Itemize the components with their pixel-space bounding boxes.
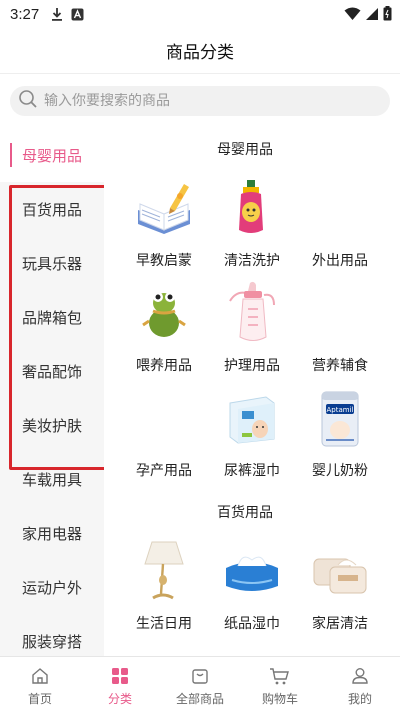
user-icon bbox=[349, 665, 371, 687]
category-item-label: 家居清洁 bbox=[312, 616, 368, 632]
category-item-tissues[interactable]: 纸品湿巾 bbox=[208, 535, 296, 640]
home-icon bbox=[29, 665, 51, 687]
sidebar-item-outdoor[interactable]: 运动户外 bbox=[0, 560, 104, 614]
download-icon bbox=[51, 7, 63, 21]
section-title: 母婴用品 bbox=[217, 142, 273, 158]
category-item-care[interactable]: 护理用品 bbox=[208, 277, 296, 382]
baby-bottle-icon bbox=[220, 281, 284, 345]
category-item-label: 外出用品 bbox=[312, 253, 368, 269]
sidebar-item-general-goods[interactable]: 百货用品 bbox=[0, 182, 104, 236]
sidebar-item-label: 百货用品 bbox=[22, 200, 83, 219]
sidebar-item-toys[interactable]: 玩具乐器 bbox=[0, 236, 104, 290]
sidebar-item-clothing[interactable]: 服装穿搭 bbox=[0, 614, 104, 656]
category-item-early-education[interactable]: 早教启蒙 bbox=[120, 172, 208, 277]
category-item-label: 尿裤湿巾 bbox=[224, 463, 280, 479]
tab-cart[interactable]: 购物车 bbox=[240, 657, 320, 711]
sidebar-item-label: 奢品配饰 bbox=[22, 362, 83, 381]
diaper-pack-icon bbox=[220, 386, 284, 450]
category-item-diapers[interactable]: 尿裤湿巾 bbox=[208, 382, 296, 487]
category-grid: 生活日用 纸品湿巾 家居清洁 bbox=[104, 535, 400, 640]
sidebar-item-car[interactable]: 车载用具 bbox=[0, 452, 104, 506]
tab-label: 我的 bbox=[347, 692, 372, 706]
category-item-cleaning[interactable]: 清洁洗护 bbox=[208, 172, 296, 277]
signal-icon bbox=[365, 7, 379, 25]
battery-icon bbox=[383, 6, 392, 25]
wifi-icon bbox=[344, 7, 361, 25]
category-item-label: 孕产用品 bbox=[136, 463, 192, 479]
category-item-outing[interactable]: 外出用品 bbox=[296, 172, 384, 277]
sidebar-item-label: 品牌箱包 bbox=[22, 308, 83, 327]
notification-a-icon bbox=[71, 8, 84, 21]
category-item-label: 清洁洗护 bbox=[224, 253, 280, 269]
milk-powder-icon: Aptamil bbox=[308, 386, 372, 450]
category-item-daily-use[interactable]: 生活日用 bbox=[120, 535, 208, 640]
cart-icon bbox=[269, 665, 291, 687]
tab-category[interactable]: 分类 bbox=[80, 657, 160, 711]
tab-label: 购物车 bbox=[261, 692, 298, 706]
sidebar-item-appliances[interactable]: 家用电器 bbox=[0, 506, 104, 560]
sidebar-item-label: 家用电器 bbox=[22, 524, 83, 543]
sidebar-item-label: 服装穿搭 bbox=[22, 632, 83, 651]
category-content: 母婴用品 早教启蒙 清洁洗护 外出用品 喂养用品 护理用品 营养辅食 孕产用品 … bbox=[104, 128, 400, 656]
sidebar-item-label: 车载用具 bbox=[22, 470, 83, 489]
search-bar[interactable] bbox=[10, 86, 390, 116]
category-item-maternity[interactable]: 孕产用品 bbox=[120, 382, 208, 487]
sidebar-item-label: 美妆护肤 bbox=[22, 416, 83, 435]
tab-home[interactable]: 首页 bbox=[0, 657, 80, 711]
status-indicators bbox=[344, 6, 392, 25]
sidebar-item-label: 母婴用品 bbox=[22, 146, 83, 165]
category-item-home-cleaning[interactable]: 家居清洁 bbox=[296, 535, 384, 640]
category-item-formula[interactable]: Aptamil 婴儿奶粉 bbox=[296, 382, 384, 487]
wipes-icon bbox=[308, 539, 372, 603]
sidebar-item-maternity[interactable]: 母婴用品 bbox=[0, 128, 104, 182]
sidebar-item-label: 玩具乐器 bbox=[22, 254, 83, 273]
search-input[interactable] bbox=[44, 93, 364, 109]
book-icon bbox=[132, 176, 196, 240]
bag-icon bbox=[189, 665, 211, 687]
search-icon bbox=[18, 89, 38, 113]
category-sidebar: 母婴用品 百货用品 玩具乐器 品牌箱包 奢品配饰 美妆护肤 车载用具 家用电器 … bbox=[0, 128, 104, 656]
sidebar-item-luxury[interactable]: 奢品配饰 bbox=[0, 344, 104, 398]
category-item-label: 喂养用品 bbox=[136, 358, 192, 374]
category-item-label: 婴儿奶粉 bbox=[312, 463, 368, 479]
lamp-icon bbox=[132, 539, 196, 603]
sidebar-item-label: 运动户外 bbox=[22, 578, 83, 597]
category-item-nutrition[interactable]: 营养辅食 bbox=[296, 277, 384, 382]
tab-label: 全部商品 bbox=[175, 692, 224, 706]
sippy-cup-icon bbox=[132, 281, 196, 345]
category-grid: 早教启蒙 清洁洗护 外出用品 喂养用品 护理用品 营养辅食 孕产用品 尿裤湿巾 … bbox=[104, 172, 400, 487]
app-header: 商品分类 bbox=[0, 28, 400, 74]
category-item-feeding[interactable]: 喂养用品 bbox=[120, 277, 208, 382]
category-item-label: 纸品湿巾 bbox=[224, 616, 280, 632]
sidebar-item-beauty[interactable]: 美妆护肤 bbox=[0, 398, 104, 452]
sidebar-item-luggage[interactable]: 品牌箱包 bbox=[0, 290, 104, 344]
tissue-pack-icon bbox=[220, 539, 284, 603]
page-title: 商品分类 bbox=[166, 43, 234, 63]
bottom-tab-bar: 首页 分类 全部商品 购物车 我的 bbox=[0, 656, 400, 711]
tab-label: 首页 bbox=[27, 692, 52, 706]
tab-profile[interactable]: 我的 bbox=[320, 657, 400, 711]
category-item-label: 早教启蒙 bbox=[136, 253, 192, 269]
category-item-label: 营养辅食 bbox=[312, 358, 368, 374]
milk-brand-label: Aptamil bbox=[327, 406, 354, 414]
tab-all-products[interactable]: 全部商品 bbox=[160, 657, 240, 711]
tab-label: 分类 bbox=[107, 692, 132, 706]
bottle-icon bbox=[220, 176, 284, 240]
category-item-label: 生活日用 bbox=[136, 616, 192, 632]
status-time: 3:27 bbox=[10, 5, 40, 23]
category-item-label: 护理用品 bbox=[224, 358, 280, 374]
section-title: 百货用品 bbox=[217, 505, 273, 521]
status-bar: 3:27 bbox=[0, 0, 400, 28]
category-icon bbox=[109, 665, 131, 687]
